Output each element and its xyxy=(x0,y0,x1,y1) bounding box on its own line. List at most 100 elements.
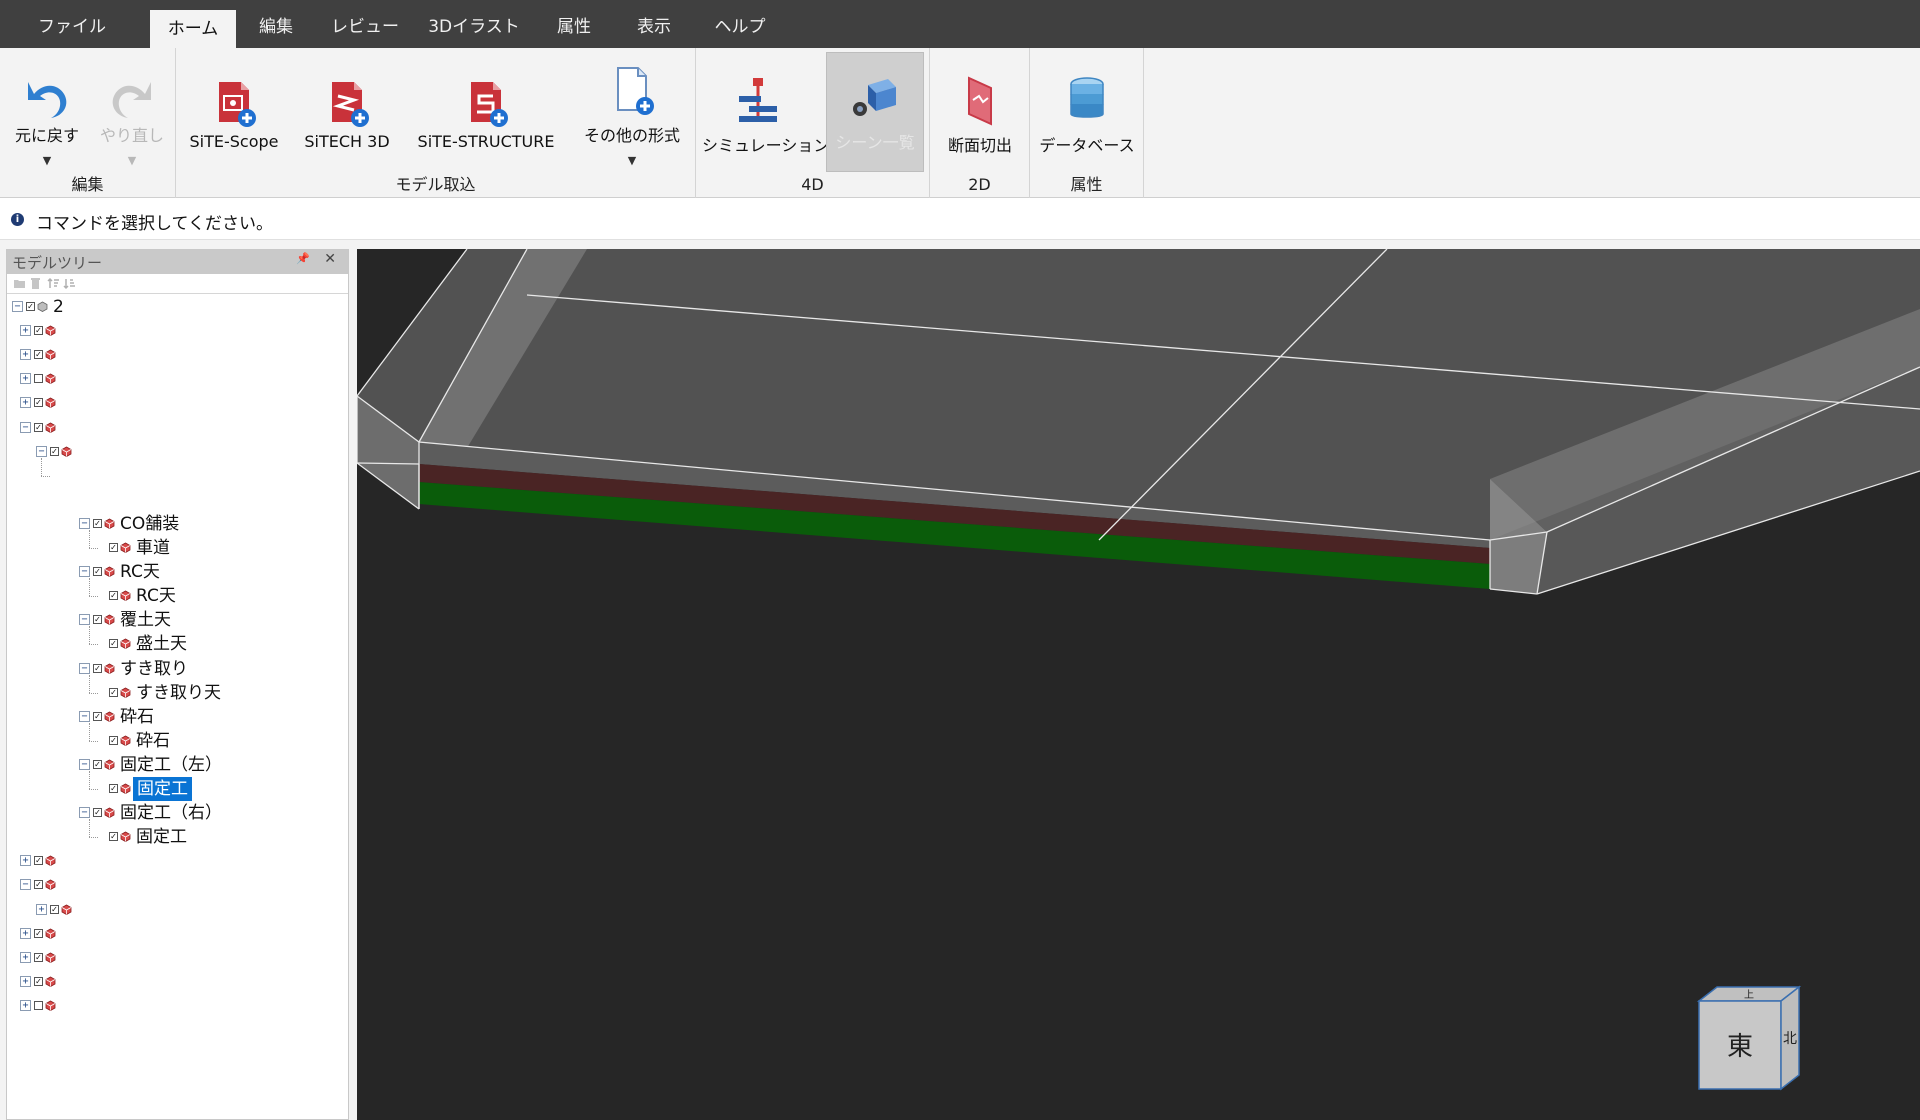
sort-ascending-icon[interactable] xyxy=(47,277,60,290)
sitech-3d-button[interactable]: SiTECH 3D xyxy=(292,52,402,172)
visibility-checkbox[interactable]: ✓ xyxy=(109,639,118,649)
collapse-icon[interactable]: − xyxy=(79,758,90,770)
scene-list-button[interactable]: シーン一覧 xyxy=(826,52,924,172)
expand-icon[interactable]: + xyxy=(36,903,47,915)
visibility-checkbox[interactable] xyxy=(34,1000,43,1010)
expand-icon[interactable]: + xyxy=(20,927,31,939)
expand-icon[interactable]: + xyxy=(20,325,31,337)
visibility-checkbox[interactable]: ✓ xyxy=(34,880,43,890)
tab-edit[interactable]: 編集 xyxy=(248,0,304,48)
tree-node-label[interactable]: CO舗装 xyxy=(120,512,179,536)
visibility-checkbox[interactable]: ✓ xyxy=(34,422,43,432)
tree-node-label[interactable]: 砕石 xyxy=(120,705,154,729)
visibility-checkbox[interactable] xyxy=(34,374,43,384)
tree-node-label[interactable]: すき取り天 xyxy=(136,681,221,705)
collapse-icon[interactable]: − xyxy=(79,662,90,674)
visibility-checkbox[interactable]: ✓ xyxy=(34,952,43,962)
visibility-checkbox[interactable]: ✓ xyxy=(109,832,118,842)
visibility-checkbox[interactable]: ✓ xyxy=(34,856,43,866)
tree-node-label[interactable]: 固定工（左） xyxy=(120,753,222,777)
visibility-checkbox[interactable]: ✓ xyxy=(34,976,43,986)
tree-node[interactable]: + ✓ xyxy=(7,849,348,873)
tree-node-label[interactable]: すき取り xyxy=(120,657,188,681)
tree-node[interactable]: − ✓ xyxy=(7,416,348,440)
tree-node-label[interactable]: 覆土天 xyxy=(120,608,171,632)
tree-node[interactable]: + ✓ xyxy=(7,946,348,970)
expand-icon[interactable]: + xyxy=(20,373,31,385)
expand-icon[interactable]: + xyxy=(20,855,31,867)
tree-node[interactable]: − ✓ すき取り xyxy=(7,657,348,681)
tab-view[interactable]: 表示 xyxy=(628,0,680,48)
visibility-checkbox[interactable]: ✓ xyxy=(34,326,43,336)
collapse-icon[interactable]: − xyxy=(79,710,90,722)
tab-help[interactable]: ヘルプ xyxy=(708,0,772,48)
expand-icon[interactable]: + xyxy=(20,397,31,409)
database-button[interactable]: データベース xyxy=(1034,52,1140,172)
tree-node-label[interactable]: 固定工（右） xyxy=(120,801,222,825)
site-scope-button[interactable]: SiTE-Scope xyxy=(182,52,286,172)
visibility-checkbox[interactable]: ✓ xyxy=(109,543,118,552)
visibility-checkbox[interactable]: ✓ xyxy=(109,687,118,697)
visibility-checkbox[interactable]: ✓ xyxy=(93,808,102,818)
tree-node[interactable]: ✓ 盛土天 xyxy=(7,626,348,656)
collapse-icon[interactable]: − xyxy=(20,879,31,891)
view-cube[interactable]: 東 北 上 xyxy=(1679,979,1809,1109)
tree-node[interactable]: − ✓ 砕石 xyxy=(7,705,348,729)
tree-node[interactable]: − ✓ RC天 xyxy=(7,560,348,584)
tree-node[interactable]: − ✓ CO舗装 xyxy=(7,512,348,536)
pin-icon[interactable]: 📌 xyxy=(296,252,310,265)
tab-file[interactable]: ファイル xyxy=(30,0,114,48)
visibility-checkbox[interactable]: ✓ xyxy=(34,398,43,408)
visibility-checkbox[interactable]: ✓ xyxy=(26,302,35,311)
collapse-icon[interactable]: − xyxy=(20,421,31,433)
tree-node-label[interactable]: 砕石 xyxy=(136,729,170,753)
tree-node-label[interactable]: RC天 xyxy=(136,584,176,608)
collapse-icon[interactable]: − xyxy=(79,614,90,626)
tree-node-label[interactable]: 盛土天 xyxy=(136,632,187,656)
collapse-icon[interactable]: − xyxy=(79,807,90,819)
tree-node[interactable]: − ✓ xyxy=(7,873,348,897)
tree-root-node[interactable]: − ✓ 2 xyxy=(7,295,348,319)
expand-icon[interactable]: + xyxy=(20,975,31,987)
collapse-icon[interactable]: − xyxy=(79,566,90,578)
collapse-icon[interactable]: − xyxy=(12,301,23,312)
tab-3d-illust[interactable]: 3Dイラスト xyxy=(428,0,520,48)
other-formats-button[interactable]: その他の形式 ▼ xyxy=(572,52,692,172)
visibility-checkbox[interactable]: ✓ xyxy=(50,904,59,914)
tree-node[interactable]: ✓ 固定工 xyxy=(7,771,348,801)
sort-descending-icon[interactable] xyxy=(63,277,76,290)
tree-node[interactable]: + xyxy=(7,994,348,1018)
expand-icon[interactable]: + xyxy=(20,999,31,1011)
visibility-checkbox[interactable]: ✓ xyxy=(109,784,118,793)
tree-node[interactable]: + ✓ xyxy=(7,970,348,994)
close-icon[interactable]: ✕ xyxy=(324,251,336,267)
tree-node[interactable]: − ✓ 固定工（左） xyxy=(7,753,348,777)
tree-node[interactable]: + ✓ xyxy=(7,319,348,343)
tree-node-label[interactable]: 固定工 xyxy=(136,825,187,849)
tree-node[interactable]: + ✓ xyxy=(7,343,348,367)
new-folder-icon[interactable] xyxy=(13,277,26,290)
expand-icon[interactable]: + xyxy=(20,349,31,361)
visibility-checkbox[interactable]: ✓ xyxy=(109,591,118,601)
tree-node-label[interactable]: 固定工 xyxy=(133,777,192,801)
visibility-checkbox[interactable]: ✓ xyxy=(50,446,59,456)
visibility-checkbox[interactable]: ✓ xyxy=(93,759,102,769)
tree-node[interactable]: ✓ RC天 xyxy=(7,578,348,608)
tree-node[interactable]: + xyxy=(7,367,348,391)
section-cut-button[interactable]: 断面切出 xyxy=(934,52,1026,172)
tree-node[interactable]: ✓ 車道 xyxy=(7,530,348,560)
tree-node[interactable]: ✓ 固定工 xyxy=(7,819,348,849)
tree-node-label[interactable]: 車道 xyxy=(136,536,170,560)
visibility-checkbox[interactable]: ✓ xyxy=(93,615,102,625)
undo-button[interactable]: 元に戻す ▼ xyxy=(6,52,88,172)
visibility-checkbox[interactable]: ✓ xyxy=(93,567,102,577)
tab-attributes[interactable]: 属性 xyxy=(548,0,600,48)
tree-node[interactable]: − ✓ 覆土天 xyxy=(7,608,348,632)
tree-node[interactable]: ✓ すき取り天 xyxy=(7,674,348,705)
redo-dropdown-icon[interactable]: ▼ xyxy=(128,154,136,167)
tree-node[interactable]: − ✓ xyxy=(7,440,348,464)
tab-home[interactable]: ホーム xyxy=(150,10,236,48)
tree-node-label[interactable]: RC天 xyxy=(120,560,160,584)
tree-node[interactable] xyxy=(7,457,348,488)
visibility-checkbox[interactable]: ✓ xyxy=(34,928,43,938)
